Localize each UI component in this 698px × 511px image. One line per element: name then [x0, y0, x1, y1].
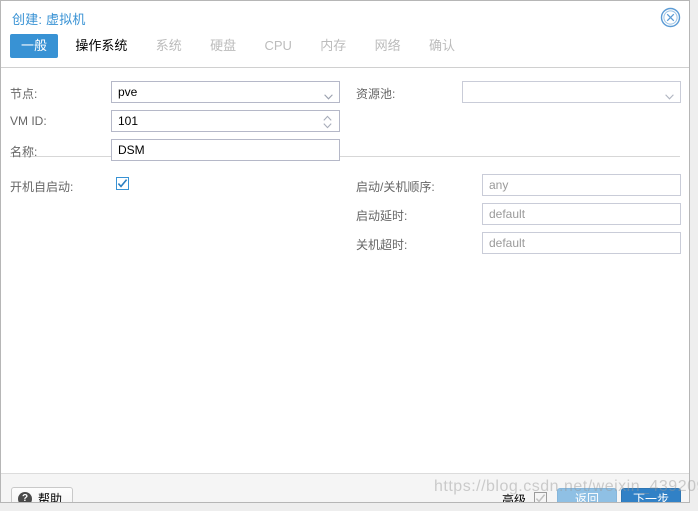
field-name: 名称: DSM — [10, 139, 340, 163]
field-startup-delay-label: 启动延时: — [356, 209, 408, 223]
field-vmid-label: VM ID: — [10, 114, 47, 128]
vmid-input[interactable]: 101 — [111, 110, 340, 132]
startup-delay-placeholder: default — [489, 207, 526, 221]
resource-pool-select[interactable] — [462, 81, 681, 103]
startup-order-input[interactable]: any — [482, 174, 681, 196]
name-input[interactable]: DSM — [111, 139, 340, 161]
field-node: 节点: pve — [10, 81, 340, 105]
create-vm-dialog: 创建: 虚拟机 一般 操作系统 系统 硬盘 CPU 内存 网络 确认 节点: p… — [0, 0, 690, 503]
help-button-label: 帮助 — [38, 492, 63, 503]
tab-bar: 一般 操作系统 系统 硬盘 CPU 内存 网络 确认 — [1, 34, 689, 68]
field-shutdown-timeout-label: 关机超时: — [356, 238, 408, 252]
help-button[interactable]: ? 帮助 — [11, 487, 73, 503]
field-startup-order-label: 启动/关机顺序: — [356, 180, 435, 194]
dialog-header: 创建: 虚拟机 — [1, 1, 689, 34]
vmid-value: 101 — [118, 114, 139, 128]
start-at-boot-checkbox[interactable] — [116, 177, 129, 190]
field-resource-pool: 资源池: — [356, 81, 681, 105]
advanced-label: 高级 — [501, 493, 526, 503]
dialog-title: 创建: 虚拟机 — [12, 12, 86, 27]
tab-confirm[interactable]: 确认 — [418, 34, 466, 58]
field-shutdown-timeout: 关机超时: default — [356, 232, 681, 256]
spinner-updown-icon[interactable] — [323, 115, 332, 129]
chevron-down-icon — [665, 89, 674, 100]
close-icon[interactable] — [660, 7, 681, 28]
field-name-label: 名称: — [10, 145, 38, 159]
tab-system[interactable]: 系统 — [145, 34, 193, 58]
shutdown-timeout-input[interactable]: default — [482, 232, 681, 254]
shutdown-timeout-placeholder: default — [489, 236, 526, 250]
chevron-down-icon — [324, 89, 333, 100]
dialog-footer: ? 帮助 高级 返回 下一步 — [1, 473, 689, 503]
tab-general[interactable]: 一般 — [10, 34, 59, 58]
tab-hard-disk[interactable]: 硬盘 — [199, 34, 247, 58]
field-start-at-boot-label: 开机自启动: — [10, 180, 74, 194]
node-select[interactable]: pve — [111, 81, 340, 103]
startup-delay-input[interactable]: default — [482, 203, 681, 225]
field-startup-order: 启动/关机顺序: any — [356, 174, 681, 198]
tab-cpu[interactable]: CPU — [253, 34, 302, 58]
startup-order-placeholder: any — [489, 178, 509, 192]
field-start-at-boot: 开机自启动: — [10, 174, 340, 198]
dialog-body: 节点: pve VM ID: 101 名称: DSM 资源池: 开机自启动: 启… — [1, 68, 689, 473]
field-resource-pool-label: 资源池: — [356, 87, 396, 101]
tab-os[interactable]: 操作系统 — [64, 34, 138, 58]
advanced-checkbox[interactable] — [534, 492, 547, 502]
next-button[interactable]: 下一步 — [621, 488, 681, 502]
tab-network[interactable]: 网络 — [364, 34, 412, 58]
name-value: DSM — [118, 143, 145, 157]
node-value: pve — [118, 85, 138, 99]
field-startup-delay: 启动延时: default — [356, 203, 681, 227]
field-vmid: VM ID: 101 — [10, 110, 340, 134]
tab-memory[interactable]: 内存 — [309, 34, 357, 58]
question-circle-icon: ? — [18, 492, 32, 502]
back-button[interactable]: 返回 — [557, 488, 617, 502]
field-node-label: 节点: — [10, 87, 38, 101]
